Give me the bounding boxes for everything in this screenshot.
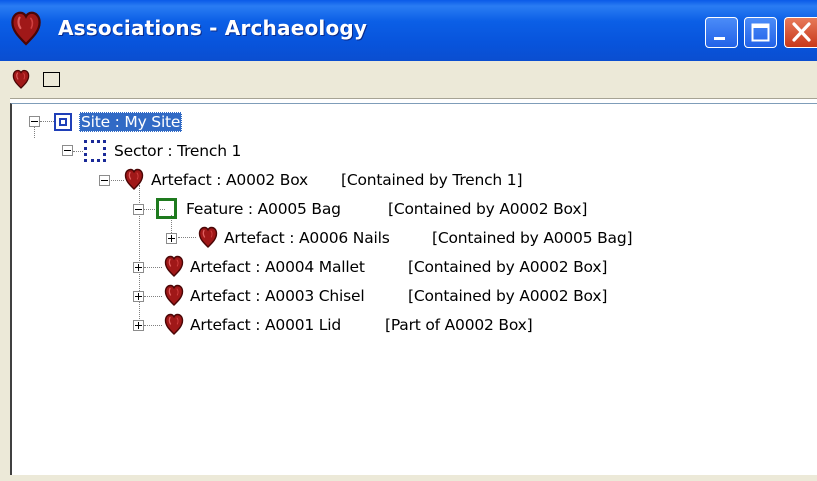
tree-node-relation: [Contained by A0005 Bag] [432,229,633,247]
square-outline-icon [42,71,60,87]
tree-connector [40,121,54,123]
tree-node-label[interactable]: Artefact : A0006 Nails [222,228,392,248]
toolbar [0,61,817,99]
tree-node-label[interactable]: Artefact : A0001 Lid [188,315,343,335]
tree-node-relation: [Contained by Trench 1] [341,171,523,189]
feature-toolbar-button[interactable] [36,65,66,93]
tree-node-label[interactable]: Artefact : A0002 Box [149,170,310,190]
tree-connector [34,126,36,138]
artefact-heart-icon [12,69,30,89]
associations-tree[interactable]: Site : My Site Sector : Trench 1 Artefac… [10,103,817,476]
window-bottom-edge [0,475,817,481]
site-icon [54,113,72,131]
collapse-toggle[interactable] [29,116,40,127]
tree-node-label[interactable]: Artefact : A0004 Mallet [188,257,367,277]
tree-node-relation: [Part of A0002 Box] [385,316,533,334]
tree-connector [144,325,162,327]
tree-connector [144,267,162,269]
expand-toggle[interactable] [133,262,144,273]
tree-node-label[interactable]: Artefact : A0003 Chisel [188,286,366,306]
collapse-toggle[interactable] [99,175,110,186]
maximize-button[interactable] [744,17,777,48]
artefact-icon [164,284,184,310]
window-title: Associations - Archaeology [58,16,368,40]
tree-connector [144,296,162,298]
tree-node-relation: [Contained by A0002 Box] [388,200,588,218]
minimize-button[interactable] [705,17,738,48]
tree-connector [73,151,83,153]
artefact-icon [164,255,184,281]
expand-toggle[interactable] [166,233,177,244]
close-icon [792,22,811,42]
tree-node-label[interactable]: Feature : A0005 Bag [184,199,343,219]
artefact-icon [198,226,218,252]
close-button[interactable] [784,17,817,48]
artefact-icon [164,313,184,339]
collapse-toggle[interactable] [133,204,144,215]
tree-connector [178,237,196,239]
window-left-edge [0,98,10,475]
tree-node-label[interactable]: Sector : Trench 1 [112,141,243,161]
expand-toggle[interactable] [133,291,144,302]
maximize-icon [751,23,770,42]
artefact-icon [124,168,144,194]
sector-icon [84,140,106,162]
tree-node-label[interactable]: Site : My Site [79,112,183,132]
tree-node-relation: [Contained by A0002 Box] [408,258,608,276]
collapse-toggle[interactable] [62,145,73,156]
artefact-toolbar-button[interactable] [6,65,36,93]
app-heart-icon [10,10,42,50]
tree-node-relation: [Contained by A0002 Box] [408,287,608,305]
expand-toggle[interactable] [133,320,144,331]
feature-icon [156,198,177,219]
title-bar[interactable]: Associations - Archaeology [0,0,817,62]
minimize-icon [714,37,725,40]
